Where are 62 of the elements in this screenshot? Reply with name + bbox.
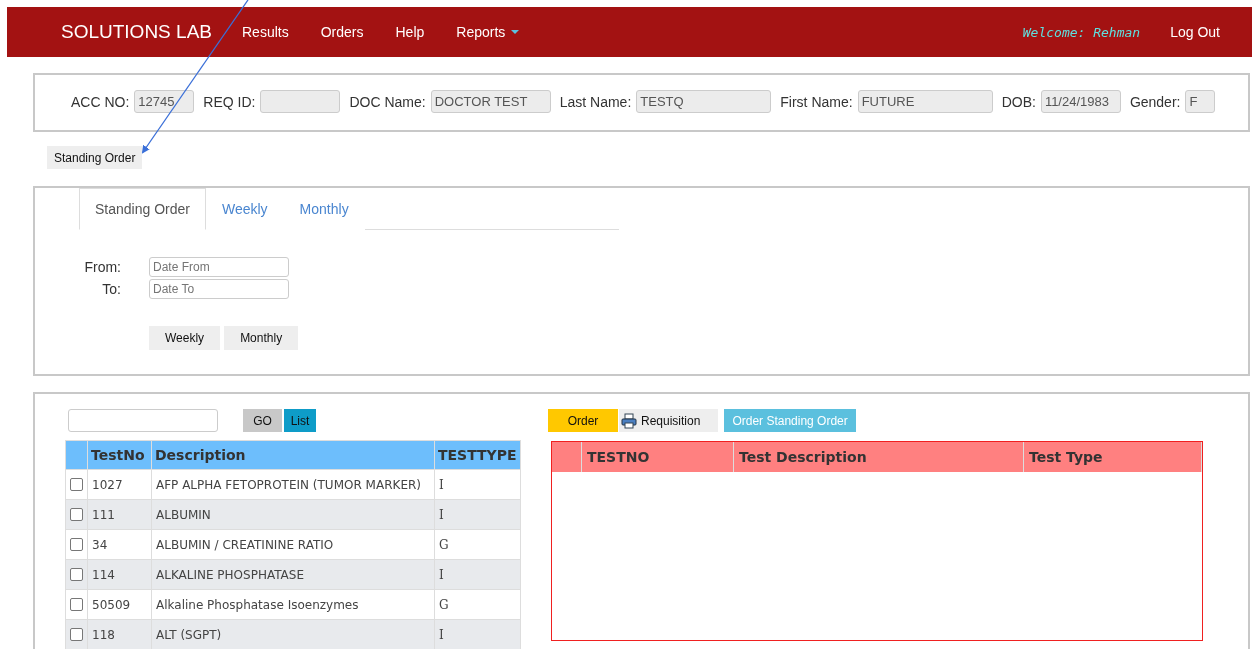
- logout-link[interactable]: Log Out: [1170, 24, 1220, 40]
- brand-title: SOLUTIONS LAB: [61, 21, 212, 43]
- order-button[interactable]: Order: [548, 409, 618, 432]
- header-cell: Test Type: [1024, 442, 1202, 472]
- checkbox[interactable]: [70, 628, 83, 641]
- list-button[interactable]: List: [284, 409, 316, 432]
- header-cell: Test Description: [734, 442, 1024, 472]
- table-cell: AFP ALPHA FETOPROTEIN (TUMOR MARKER): [151, 469, 435, 500]
- field-label: DOC Name:: [349, 93, 426, 110]
- search-field[interactable]: [68, 409, 218, 432]
- checkbox[interactable]: [70, 478, 83, 491]
- field-label: From:: [83, 259, 122, 275]
- welcome-text: Welcome: Rehman: [1022, 24, 1141, 40]
- requisition-button[interactable]: Requisition: [619, 409, 719, 432]
- go-button[interactable]: GO: [243, 409, 282, 432]
- header-cell: Description: [151, 440, 435, 470]
- field-label: Last Name:: [559, 93, 632, 110]
- table-cell: Alkaline Phosphatase Isoenzymes: [151, 589, 435, 620]
- field-label: DOB:: [1001, 93, 1036, 110]
- nav-link[interactable]: Reports: [456, 24, 520, 40]
- table-cell: 1027: [87, 469, 152, 500]
- table-cell: ALKALINE PHOSPHATASE: [151, 559, 435, 590]
- table-cell: 50509: [87, 589, 152, 620]
- input-field[interactable]: [260, 90, 341, 113]
- nav-link[interactable]: Results: [242, 24, 289, 40]
- standing-order-button[interactable]: Standing Order: [47, 146, 143, 169]
- table-cell: 111: [87, 499, 152, 530]
- input-field[interactable]: F: [1185, 90, 1216, 113]
- field-label: ACC NO:: [71, 93, 130, 110]
- nav-link[interactable]: Help: [395, 24, 425, 40]
- table-cell: I: [434, 499, 521, 530]
- table-cell: ALBUMIN / CREATININE RATIO: [151, 529, 435, 560]
- table-cell: I: [434, 469, 521, 500]
- period-button[interactable]: Monthly: [224, 326, 299, 350]
- header-cell: TESTNO: [582, 442, 734, 472]
- table-cell: I: [434, 559, 521, 590]
- input-field[interactable]: FUTURE: [857, 90, 993, 113]
- checkbox[interactable]: [70, 508, 83, 521]
- field-label: First Name:: [780, 93, 853, 110]
- input-field[interactable]: 11/24/1983: [1040, 90, 1121, 113]
- header-cell: TestNo: [87, 440, 152, 470]
- input-field[interactable]: TESTQ: [636, 90, 772, 113]
- field-label: Gender:: [1129, 93, 1181, 110]
- header-cell: TESTTYPE: [434, 440, 521, 470]
- period-button[interactable]: Weekly: [149, 326, 221, 350]
- tab[interactable]: Standing Order: [79, 188, 206, 230]
- printer-icon: [621, 412, 637, 429]
- table-cell: G: [434, 529, 521, 560]
- checkbox[interactable]: [70, 568, 83, 581]
- table-cell: ALBUMIN: [151, 499, 435, 530]
- date-field[interactable]: Date To: [149, 279, 289, 299]
- date-field[interactable]: Date From: [149, 257, 289, 277]
- checkbox[interactable]: [70, 598, 83, 611]
- checkbox[interactable]: [70, 538, 83, 551]
- field-label: REQ ID:: [203, 93, 256, 110]
- table-cell: 114: [87, 559, 152, 590]
- table-cell: G: [434, 589, 521, 620]
- field-label: To:: [101, 281, 122, 297]
- input-field[interactable]: 12745: [134, 90, 195, 113]
- input-field[interactable]: DOCTOR TEST: [430, 90, 551, 113]
- table-cell: 34: [87, 529, 152, 560]
- nav-link[interactable]: Orders: [320, 24, 364, 40]
